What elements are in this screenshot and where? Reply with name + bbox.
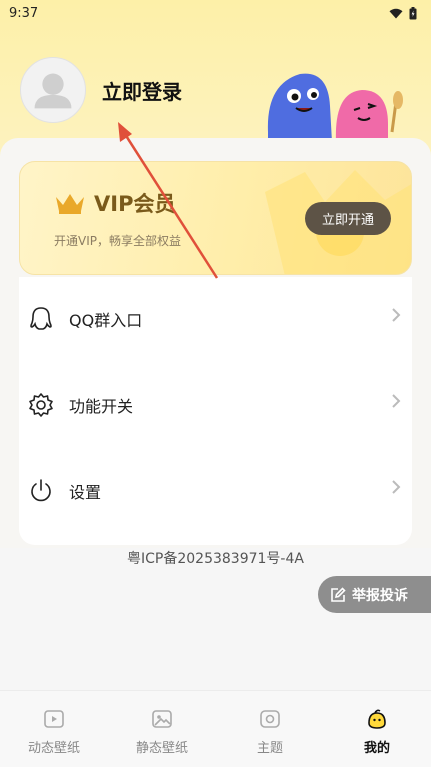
vip-open-button[interactable]: 立即开通 xyxy=(305,202,391,235)
chevron-right-icon xyxy=(392,480,401,494)
chevron-right-icon xyxy=(392,308,401,322)
tab-dynamic-wallpaper[interactable]: 动态壁纸 xyxy=(0,691,108,767)
menu-item-qq-group[interactable]: QQ群入口 xyxy=(19,289,412,349)
wifi-icon xyxy=(389,8,403,18)
vip-title: VIP会员 xyxy=(54,188,175,218)
gear-icon xyxy=(29,393,53,417)
video-icon xyxy=(44,710,64,728)
status-bar: 9:37 xyxy=(0,0,431,26)
mascot-illustration xyxy=(267,73,403,142)
tab-theme[interactable]: 主题 xyxy=(216,691,324,767)
menu-item-feature-switch[interactable]: 功能开关 xyxy=(19,375,412,435)
power-icon xyxy=(31,479,51,502)
login-link[interactable]: 立即登录 xyxy=(102,76,182,105)
theme-icon xyxy=(260,710,280,728)
report-button[interactable]: 举报投诉 xyxy=(318,576,431,613)
tab-label: 主题 xyxy=(256,741,283,756)
profile-header[interactable]: 立即登录 xyxy=(20,57,182,123)
default-avatar-icon[interactable] xyxy=(20,57,86,123)
menu-list: QQ群入口 功能开关 设置 xyxy=(19,277,412,545)
crown-icon xyxy=(56,194,84,214)
vip-card[interactable]: VIP会员 开通VIP，畅享全部权益 立即开通 xyxy=(19,161,412,275)
vip-title-text: VIP会员 xyxy=(94,192,176,216)
bottom-tab-bar: 动态壁纸 静态壁纸 主题 我的 xyxy=(0,690,431,767)
menu-item-settings[interactable]: 设置 xyxy=(19,461,412,521)
menu-label-feature-switch: 功能开关 xyxy=(69,397,134,416)
status-time: 9:37 xyxy=(9,5,39,21)
icp-record[interactable]: 粤ICP备2025383971号-4A xyxy=(0,548,431,568)
tab-mine[interactable]: 我的 xyxy=(323,691,431,767)
qq-icon xyxy=(30,307,52,330)
menu-label-settings: 设置 xyxy=(69,483,102,502)
tab-label: 静态壁纸 xyxy=(135,741,188,756)
tab-label: 动态壁纸 xyxy=(27,741,80,756)
mine-icon xyxy=(368,709,386,729)
tab-static-wallpaper[interactable]: 静态壁纸 xyxy=(108,691,216,767)
chevron-right-icon xyxy=(392,394,401,408)
battery-icon xyxy=(409,6,417,19)
vip-subtitle: 开通VIP，畅享全部权益 xyxy=(54,234,181,248)
image-icon xyxy=(152,710,172,728)
tab-label: 我的 xyxy=(363,741,390,756)
edit-icon xyxy=(331,586,346,602)
status-icons xyxy=(389,6,417,20)
menu-label-qq: QQ群入口 xyxy=(69,311,143,330)
report-label: 举报投诉 xyxy=(352,587,408,604)
